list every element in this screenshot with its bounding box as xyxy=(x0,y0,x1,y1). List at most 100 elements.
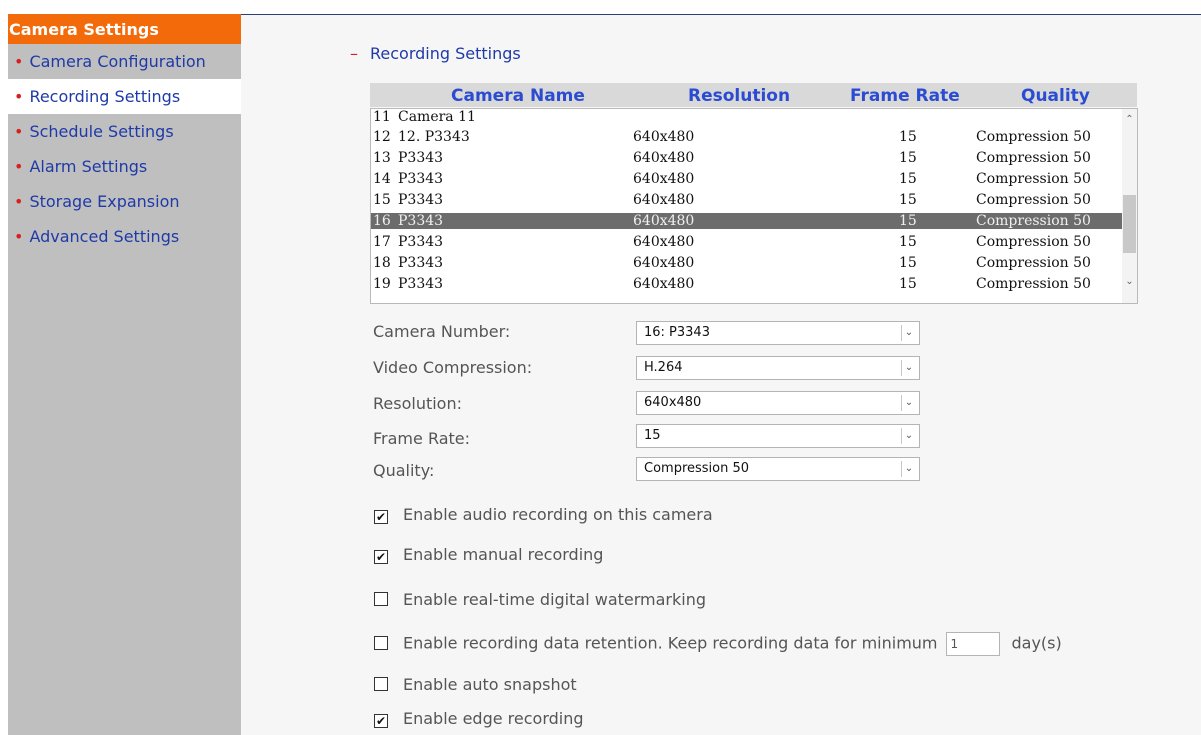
sidebar-item-alarm-settings[interactable]: • Alarm Settings xyxy=(8,149,241,184)
row-number: 15 xyxy=(373,192,391,208)
manual-recording-checkbox[interactable]: ✔ xyxy=(374,550,388,564)
bullet-icon: • xyxy=(14,122,24,141)
resolution-select[interactable]: 640x480 ⌄ xyxy=(636,391,920,415)
sidebar-item-label: Storage Expansion xyxy=(29,192,180,211)
retention-checkbox[interactable] xyxy=(374,635,388,650)
row-camera-name: P3343 xyxy=(398,171,444,187)
row-camera-name: P3343 xyxy=(398,150,444,166)
sidebar-item-camera-configuration[interactable]: • Camera Configuration xyxy=(8,44,241,79)
row-quality: Compression 50 xyxy=(976,234,1091,250)
row-frame-rate: 15 xyxy=(899,150,917,166)
row-frame-rate: 15 xyxy=(899,213,917,229)
scroll-down-icon[interactable]: ⌄ xyxy=(1122,275,1137,289)
sidebar-item-recording-settings[interactable]: • Recording Settings xyxy=(8,79,241,114)
video-compression-select[interactable]: H.264 ⌄ xyxy=(636,356,920,380)
retention-label: Enable recording data retention. Keep re… xyxy=(403,633,938,653)
table-row[interactable]: 13 P3343 640x480 15 Compression 50 xyxy=(371,150,1123,166)
sidebar: Camera Settings • Camera Configuration • R… xyxy=(8,14,241,735)
row-frame-rate: 15 xyxy=(899,129,917,145)
section-title: Recording Settings xyxy=(370,44,521,63)
chevron-down-icon[interactable]: ⌄ xyxy=(901,395,916,411)
row-number: 19 xyxy=(373,276,391,292)
frame-rate-select[interactable]: 15 ⌄ xyxy=(636,424,920,448)
row-number: 11 xyxy=(373,109,391,125)
column-header-resolution: Resolution xyxy=(688,86,791,106)
camera-table-header: Camera Name Resolution Frame Rate Qualit… xyxy=(370,83,1137,107)
manual-recording-option: ✔ Enable manual recording xyxy=(374,545,603,567)
camera-number-select[interactable]: 16: P3343 ⌄ xyxy=(636,321,920,345)
row-camera-name: P3343 xyxy=(398,234,444,250)
watermark-checkbox[interactable] xyxy=(374,592,388,606)
chevron-down-icon[interactable]: ⌄ xyxy=(901,461,916,477)
table-row[interactable]: 18 P3343 640x480 15 Compression 50 xyxy=(371,255,1123,271)
chevron-down-icon[interactable]: ⌄ xyxy=(901,360,916,376)
row-resolution: 640x480 xyxy=(633,255,695,271)
row-quality: Compression 50 xyxy=(976,276,1091,292)
table-row[interactable]: 11 Camera 11 xyxy=(371,109,1123,125)
table-row-selected[interactable]: 16 P3343 640x480 15 Compression 50 xyxy=(371,213,1123,229)
column-header-frame-rate: Frame Rate xyxy=(850,86,960,106)
scroll-up-icon[interactable]: ⌃ xyxy=(1122,113,1137,127)
bullet-icon: • xyxy=(14,227,24,246)
row-resolution: 640x480 xyxy=(633,234,695,250)
row-number: 12 xyxy=(373,129,391,145)
camera-number-label: Camera Number: xyxy=(373,322,511,341)
auto-snapshot-checkbox[interactable] xyxy=(374,677,388,691)
row-camera-name: P3343 xyxy=(398,255,444,271)
video-compression-value: H.264 xyxy=(644,360,683,375)
row-resolution: 640x480 xyxy=(633,129,695,145)
resolution-value: 640x480 xyxy=(644,395,702,410)
quality-label: Quality: xyxy=(373,461,435,480)
chevron-down-icon[interactable]: ⌄ xyxy=(901,428,916,444)
row-quality: Compression 50 xyxy=(976,255,1091,271)
sidebar-item-schedule-settings[interactable]: • Schedule Settings xyxy=(8,114,241,149)
vertical-scrollbar[interactable]: ⌃ ⌄ xyxy=(1122,109,1137,303)
retention-option: Enable recording data retention. Keep re… xyxy=(374,632,1062,656)
retention-days-suffix: day(s) xyxy=(1011,633,1062,653)
table-row[interactable]: 15 P3343 640x480 15 Compression 50 xyxy=(371,192,1123,208)
quality-select[interactable]: Compression 50 ⌄ xyxy=(636,457,920,481)
table-row[interactable]: 17 P3343 640x480 15 Compression 50 xyxy=(371,234,1123,250)
chevron-down-icon[interactable]: ⌄ xyxy=(901,325,916,341)
audio-recording-checkbox[interactable]: ✔ xyxy=(374,510,388,524)
sidebar-item-label: Schedule Settings xyxy=(29,122,174,141)
row-resolution: 640x480 xyxy=(633,213,695,229)
column-header-quality: Quality xyxy=(1021,86,1090,106)
scroll-thumb[interactable] xyxy=(1123,195,1136,253)
table-row[interactable]: 12 12. P3343 640x480 15 Compression 50 xyxy=(371,129,1123,145)
main-panel: – Recording Settings Camera Name Resoluti… xyxy=(241,15,1201,735)
edge-recording-option: ✔ Enable edge recording xyxy=(374,709,584,731)
camera-list[interactable]: 11 Camera 11 12 12. P3343 640x480 15 Com… xyxy=(370,108,1138,304)
row-camera-name: 12. P3343 xyxy=(398,129,470,145)
row-frame-rate: 15 xyxy=(899,234,917,250)
edge-recording-checkbox[interactable]: ✔ xyxy=(374,714,388,728)
row-camera-name: P3343 xyxy=(398,276,444,292)
video-compression-label: Video Compression: xyxy=(373,358,533,377)
bullet-icon: • xyxy=(14,52,24,71)
watermark-label: Enable real-time digital watermarking xyxy=(403,590,707,609)
row-frame-rate: 15 xyxy=(899,276,917,292)
table-row[interactable]: 14 P3343 640x480 15 Compression 50 xyxy=(371,171,1123,187)
sidebar-item-label: Alarm Settings xyxy=(29,157,148,176)
sidebar-item-label: Camera Configuration xyxy=(29,52,206,71)
row-frame-rate: 15 xyxy=(899,171,917,187)
sidebar-item-label: Advanced Settings xyxy=(29,227,180,246)
row-camera-name: Camera 11 xyxy=(398,109,476,125)
retention-days-input[interactable]: 1 xyxy=(945,632,1000,656)
section-header[interactable]: – Recording Settings xyxy=(350,44,521,63)
row-resolution: 640x480 xyxy=(633,171,695,187)
sidebar-item-advanced-settings[interactable]: • Advanced Settings xyxy=(8,219,241,254)
table-row[interactable]: 19 P3343 640x480 15 Compression 50 xyxy=(371,276,1123,292)
sidebar-item-storage-expansion[interactable]: • Storage Expansion xyxy=(8,184,241,219)
row-number: 16 xyxy=(373,213,391,229)
bullet-icon: • xyxy=(14,192,24,211)
row-number: 17 xyxy=(373,234,391,250)
sidebar-title: Camera Settings xyxy=(8,14,241,44)
bullet-icon: • xyxy=(14,87,24,106)
quality-value: Compression 50 xyxy=(644,461,750,476)
row-resolution: 640x480 xyxy=(633,150,695,166)
collapse-icon[interactable]: – xyxy=(350,44,358,63)
row-camera-name: P3343 xyxy=(398,192,444,208)
watermark-option: Enable real-time digital watermarking xyxy=(374,590,706,612)
manual-recording-label: Enable manual recording xyxy=(403,545,604,564)
